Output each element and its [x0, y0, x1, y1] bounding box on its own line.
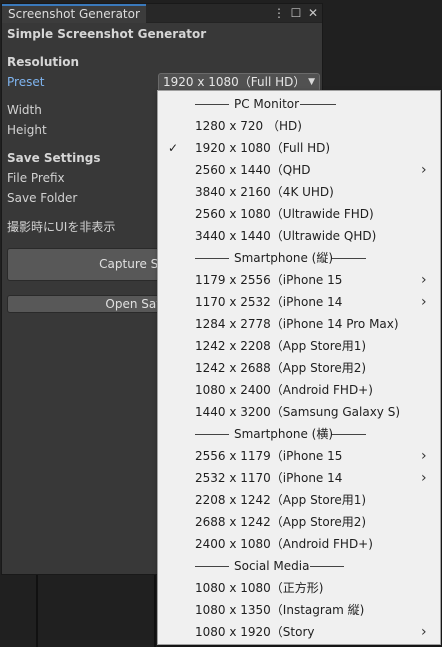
resolution-header: Resolution [7, 55, 80, 69]
menu-item[interactable]: 1080 x 1920（Story › [158, 621, 440, 643]
menu-item-selected[interactable]: ✓ 1920 x 1080（Full HD) [158, 137, 440, 159]
menu-separator-pc-monitor: PC Monitor [158, 93, 440, 115]
save-folder-label: Save Folder [7, 191, 78, 205]
menu-item[interactable]: 1080 x 1350（Instagram 縦) [158, 599, 440, 621]
chevron-right-icon: › [421, 448, 427, 464]
menu-item[interactable]: 2532 x 1170（iPhone 14 › [158, 467, 440, 489]
menu-item[interactable]: 2688 x 1242（App Store用2) [158, 511, 440, 533]
menu-item[interactable]: 1440 x 3200（Samsung Galaxy S) [158, 401, 440, 423]
menu-separator-smartphone-portrait: Smartphone (縦) [158, 247, 440, 269]
checkmark-icon: ✓ [168, 141, 179, 155]
menu-item[interactable]: 2560 x 1080（Ultrawide FHD) [158, 203, 440, 225]
hide-ui-label: 撮影時にUIを非表示 [7, 220, 116, 234]
menu-item[interactable]: 2208 x 1242（App Store用1) [158, 489, 440, 511]
menu-item[interactable]: 1170 x 2532（iPhone 14 › [158, 291, 440, 313]
menu-item[interactable]: 1280 x 720 （HD) [158, 115, 440, 137]
close-icon[interactable]: ✕ [306, 6, 320, 20]
chevron-right-icon: › [421, 162, 427, 178]
scene-divider-vertical-2 [154, 575, 156, 647]
width-label: Width [7, 103, 42, 117]
menu-item[interactable]: 1080 x 2400（Android FHD+) [158, 379, 440, 401]
menu-item[interactable]: 2556 x 1179（iPhone 15 › [158, 445, 440, 467]
panel-title: Simple Screenshot Generator [7, 27, 207, 41]
menu-item[interactable]: 3440 x 1440（Ultrawide QHD) [158, 225, 440, 247]
preset-label: Preset [7, 75, 45, 89]
save-settings-header: Save Settings [7, 151, 101, 165]
menu-item[interactable]: 2400 x 1080（Android FHD+) [158, 533, 440, 555]
menu-separator-smartphone-landscape: Smartphone (横) [158, 423, 440, 445]
maximize-icon[interactable]: ☐ [289, 6, 303, 20]
menu-separator-social-media: Social Media [158, 555, 440, 577]
kebab-menu-icon[interactable]: ⋮ [272, 6, 286, 20]
chevron-right-icon: › [421, 272, 427, 288]
preset-dropdown-menu: PC Monitor 1280 x 720 （HD) ✓ 1920 x 1080… [157, 90, 441, 645]
dropdown-arrow-icon: ▼ [308, 77, 315, 87]
menu-item[interactable]: 1242 x 2208（App Store用1) [158, 335, 440, 357]
menu-item[interactable]: 1284 x 2778（iPhone 14 Pro Max) [158, 313, 440, 335]
preset-selected-value: 1920 x 1080（Full HD） [163, 75, 306, 89]
file-prefix-label: File Prefix [7, 171, 65, 185]
chevron-right-icon: › [421, 470, 427, 486]
chevron-right-icon: › [421, 294, 427, 310]
menu-item[interactable]: 2560 x 1440（QHD › [158, 159, 440, 181]
menu-item[interactable]: 1080 x 1080（正方形) [158, 577, 440, 599]
scene-divider-vertical [36, 575, 38, 647]
chevron-right-icon: › [421, 624, 427, 640]
window-tab[interactable]: Screenshot Generator [2, 4, 146, 23]
menu-item[interactable]: 1179 x 2556（iPhone 15 › [158, 269, 440, 291]
menu-item[interactable]: 1242 x 2688（App Store用2) [158, 357, 440, 379]
height-label: Height [7, 123, 47, 137]
window-tabbar: Screenshot Generator ⋮ ☐ ✕ [2, 4, 322, 23]
menu-item[interactable]: 3840 x 2160（4K UHD) [158, 181, 440, 203]
